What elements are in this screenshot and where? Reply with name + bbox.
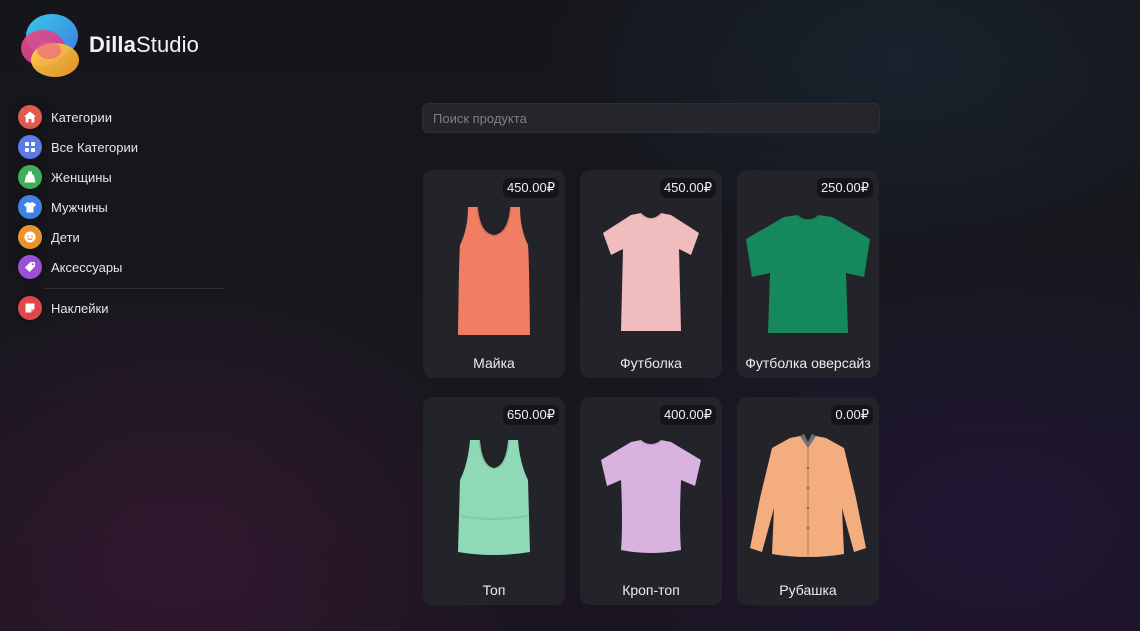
product-card[interactable]: 0.00₽ Рубашка	[737, 397, 879, 605]
dress-icon	[18, 165, 42, 189]
product-image	[737, 423, 879, 573]
brand-logo[interactable]: DillaStudio	[19, 10, 199, 80]
category-sidebar: Категории Все Категории Женщины Мужчины …	[18, 102, 224, 323]
t-shirt-image	[603, 211, 699, 331]
search-input[interactable]	[433, 110, 869, 126]
product-image	[423, 196, 565, 346]
brand-logo-icon	[21, 14, 79, 77]
sidebar-item-label: Мужчины	[51, 199, 108, 215]
sidebar-item-accessories[interactable]: Аксессуары	[18, 252, 224, 282]
product-card[interactable]: 250.00₽ Футболка оверсайз	[737, 170, 879, 378]
product-name: Рубашка	[779, 582, 837, 598]
grid-icon	[18, 135, 42, 159]
product-name: Футболка	[620, 355, 682, 371]
sidebar-item-label: Все Категории	[51, 139, 139, 155]
sidebar-item-label: Категории	[51, 109, 112, 125]
price-badge: 450.00₽	[502, 178, 559, 198]
product-image	[580, 196, 722, 346]
tshirt-icon	[18, 195, 42, 219]
price-badge: 650.00₽	[502, 405, 559, 425]
product-name: Кроп-топ	[622, 582, 680, 598]
price-badge: 250.00₽	[816, 178, 873, 198]
product-card[interactable]: 650.00₽ Топ	[423, 397, 565, 605]
sidebar-item-kids[interactable]: Дети	[18, 222, 224, 252]
crop-tank-image	[458, 439, 530, 555]
home-icon	[18, 105, 42, 129]
product-image	[737, 196, 879, 346]
sidebar-item-men[interactable]: Мужчины	[18, 192, 224, 222]
sidebar-item-label: Аксессуары	[51, 259, 123, 275]
product-card[interactable]: 400.00₽ Кроп-топ	[580, 397, 722, 605]
crop-t-shirt-image	[601, 438, 701, 553]
sidebar-item-label: Женщины	[51, 169, 112, 185]
sidebar-item-stickers[interactable]: Наклейки	[18, 293, 224, 323]
tag-icon	[18, 255, 42, 279]
sidebar-item-label: Дети	[51, 229, 80, 245]
tank-top-image	[458, 206, 530, 335]
price-badge: 400.00₽	[659, 405, 716, 425]
sidebar-item-categories[interactable]: Категории	[18, 102, 224, 132]
price-badge: 0.00₽	[831, 405, 873, 425]
product-name: Футболка оверсайз	[745, 355, 871, 371]
sidebar-item-all-categories[interactable]: Все Категории	[18, 132, 224, 162]
product-image	[580, 423, 722, 573]
sticker-icon	[18, 296, 42, 320]
product-grid: 450.00₽ Майка 450.00₽ Футболка 250.00₽ Ф	[423, 170, 879, 605]
product-card[interactable]: 450.00₽ Майка	[423, 170, 565, 378]
smiley-icon	[18, 225, 42, 249]
sidebar-item-women[interactable]: Женщины	[18, 162, 224, 192]
product-image	[423, 423, 565, 573]
product-name: Топ	[482, 582, 506, 598]
product-name: Майка	[473, 355, 515, 371]
product-search	[422, 103, 880, 133]
brand-name: DillaStudio	[89, 32, 199, 57]
sidebar-divider	[44, 288, 224, 289]
sidebar-item-label: Наклейки	[51, 300, 109, 316]
product-card[interactable]: 450.00₽ Футболка	[580, 170, 722, 378]
price-badge: 450.00₽	[659, 178, 716, 198]
shirt-image	[750, 434, 866, 557]
oversize-t-shirt-image	[746, 213, 870, 333]
